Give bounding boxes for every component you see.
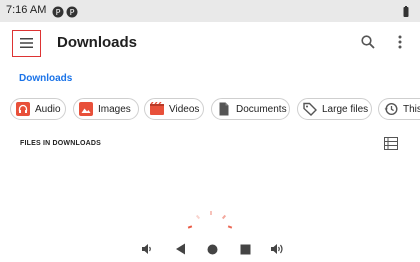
image-icon xyxy=(79,102,93,116)
chip-label: Documents xyxy=(236,103,287,115)
chip-documents[interactable]: Documents xyxy=(211,98,290,120)
back-icon[interactable] xyxy=(173,242,187,256)
video-icon xyxy=(150,102,164,116)
chip-label: Images xyxy=(98,103,131,115)
volume-up-icon[interactable] xyxy=(270,242,284,256)
battery-icon xyxy=(400,5,412,17)
more-options-button[interactable] xyxy=(392,34,408,54)
history-icon xyxy=(384,102,398,116)
chip-label: This xyxy=(403,103,420,115)
more-vert-icon xyxy=(398,35,402,54)
home-icon[interactable] xyxy=(205,242,219,256)
audio-icon xyxy=(16,102,30,116)
notification-icon: P xyxy=(52,5,64,18)
filter-chips: Audio Images Videos Documents Large file… xyxy=(10,98,420,120)
app-bar: Downloads xyxy=(0,22,420,66)
chip-images[interactable]: Images xyxy=(73,98,139,120)
menu-button[interactable] xyxy=(12,30,41,57)
status-time: 7:16 AM xyxy=(6,4,47,16)
volume-down-icon[interactable] xyxy=(140,242,154,256)
menu-icon xyxy=(20,35,33,53)
chip-label: Audio xyxy=(35,103,61,115)
notification-icon: P xyxy=(66,5,78,18)
section-heading: FILES IN DOWNLOADS xyxy=(20,140,101,147)
chip-label: Large files xyxy=(322,103,369,115)
chip-audio[interactable]: Audio xyxy=(10,98,66,120)
status-bar: 7:16 AM P P xyxy=(0,0,420,22)
chip-label: Videos xyxy=(169,103,200,115)
chip-videos[interactable]: Videos xyxy=(144,98,204,120)
loading-spinner-icon xyxy=(180,208,242,240)
page-title: Downloads xyxy=(57,34,138,51)
breadcrumb[interactable]: Downloads xyxy=(19,73,72,84)
tag-icon xyxy=(303,102,317,116)
chip-this-week[interactable]: This xyxy=(378,98,420,120)
chip-large-files[interactable]: Large files xyxy=(297,98,372,120)
list-view-icon[interactable] xyxy=(384,137,398,150)
document-icon xyxy=(217,102,231,116)
search-button[interactable] xyxy=(358,34,378,54)
search-icon xyxy=(361,34,375,54)
recents-icon[interactable] xyxy=(238,242,252,256)
navigation-bar xyxy=(0,238,420,262)
svg-text:P: P xyxy=(70,8,75,17)
svg-text:P: P xyxy=(56,8,61,17)
